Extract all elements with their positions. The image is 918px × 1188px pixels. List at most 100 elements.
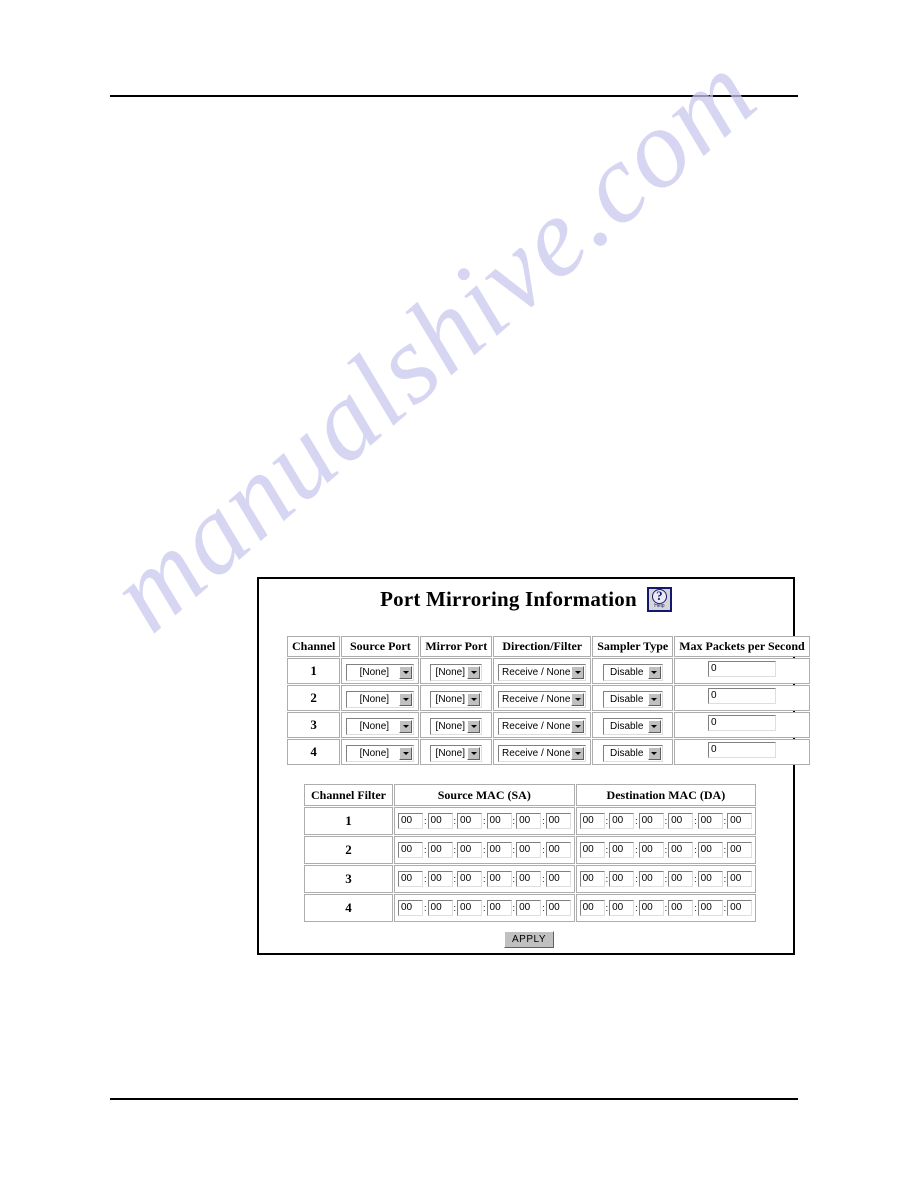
source-mac-octet-1[interactable]: 00 xyxy=(398,871,423,887)
destination-mac-octet-2[interactable]: 00 xyxy=(609,871,635,887)
source-mac-octet-4[interactable]: 00 xyxy=(486,813,512,829)
chevron-down-icon[interactable] xyxy=(647,746,661,760)
footer-rule xyxy=(110,1098,798,1100)
source-port-select[interactable]: [None] xyxy=(346,717,415,735)
source-port-select[interactable]: [None] xyxy=(346,663,415,681)
mirror-port-select[interactable]: [None] xyxy=(430,744,483,762)
chevron-down-icon[interactable] xyxy=(647,719,661,733)
max-packets-input[interactable]: 0 xyxy=(707,741,776,758)
max-packets-input[interactable]: 0 xyxy=(707,687,776,704)
destination-mac-octet-1[interactable]: 00 xyxy=(579,900,605,916)
chevron-down-icon[interactable] xyxy=(647,692,661,706)
chevron-down-icon[interactable] xyxy=(467,719,481,733)
mirror-port-cell: [None] xyxy=(420,739,493,765)
chevron-down-icon[interactable] xyxy=(399,692,413,706)
destination-mac-octet-3[interactable]: 00 xyxy=(638,842,664,858)
destination-mac-octet-2[interactable]: 00 xyxy=(609,842,635,858)
direction-filter-select[interactable]: Receive / None xyxy=(498,717,587,735)
direction-filter-value: Receive / None xyxy=(502,666,571,678)
channel-filter-mac-table: Channel Filter Source MAC (SA) Destinati… xyxy=(303,783,757,923)
destination-mac-octet-5[interactable]: 00 xyxy=(697,813,723,829)
destination-mac-octet-3[interactable]: 00 xyxy=(638,813,664,829)
mirror-port-select[interactable]: [None] xyxy=(430,690,483,708)
chevron-down-icon[interactable] xyxy=(647,665,661,679)
chevron-down-icon[interactable] xyxy=(399,719,413,733)
table-row: 3 00 : 00 : 00 : 00 : 00 : 00 00: 00: … xyxy=(304,865,757,893)
sampler-type-cell: Disable xyxy=(592,739,674,765)
source-mac-octet-5[interactable]: 00 xyxy=(516,842,542,858)
chevron-down-icon[interactable] xyxy=(467,746,481,760)
source-mac-octet-2[interactable]: 00 xyxy=(427,871,453,887)
source-mac-octet-5[interactable]: 00 xyxy=(516,813,542,829)
destination-mac-octet-6[interactable]: 00 xyxy=(727,842,753,858)
mirror-port-select[interactable]: [None] xyxy=(430,663,483,681)
destination-mac-octet-2[interactable]: 00 xyxy=(609,900,635,916)
destination-mac-octet-4[interactable]: 00 xyxy=(668,842,694,858)
source-mac-octet-6[interactable]: 00 xyxy=(545,871,571,887)
chevron-down-icon[interactable] xyxy=(467,665,481,679)
sampler-type-value: Disable xyxy=(610,747,644,759)
source-mac-octet-6[interactable]: 00 xyxy=(545,900,571,916)
source-mac-octet-1[interactable]: 00 xyxy=(398,900,423,916)
chevron-down-icon[interactable] xyxy=(571,719,585,733)
source-mac-octet-5[interactable]: 00 xyxy=(516,900,542,916)
header-rule xyxy=(110,95,798,97)
destination-mac-octet-3[interactable]: 00 xyxy=(638,871,664,887)
source-mac-octet-2[interactable]: 00 xyxy=(427,842,453,858)
max-packets-input[interactable]: 0 xyxy=(707,714,776,731)
mirror-port-cell: [None] xyxy=(420,712,493,738)
source-mac-octet-3[interactable]: 00 xyxy=(457,842,483,858)
direction-filter-select[interactable]: Receive / None xyxy=(498,663,587,681)
chevron-down-icon[interactable] xyxy=(571,746,585,760)
source-port-select[interactable]: [None] xyxy=(346,744,415,762)
chevron-down-icon[interactable] xyxy=(571,665,585,679)
chevron-down-icon[interactable] xyxy=(399,665,413,679)
source-mac-octet-1[interactable]: 00 xyxy=(398,813,423,829)
source-mac-octet-6[interactable]: 00 xyxy=(545,842,571,858)
source-mac-octet-4[interactable]: 00 xyxy=(486,842,512,858)
destination-mac-octet-1[interactable]: 00 xyxy=(579,842,605,858)
mirror-port-select[interactable]: [None] xyxy=(430,717,483,735)
sampler-type-select[interactable]: Disable xyxy=(602,690,663,708)
source-mac-octet-3[interactable]: 00 xyxy=(457,871,483,887)
source-port-cell: [None] xyxy=(341,739,420,765)
direction-filter-select[interactable]: Receive / None xyxy=(498,744,587,762)
destination-mac-octet-4[interactable]: 00 xyxy=(668,900,694,916)
destination-mac-octet-4[interactable]: 00 xyxy=(668,813,694,829)
source-mac-octet-4[interactable]: 00 xyxy=(486,871,512,887)
column-header-source-port: Source Port xyxy=(341,636,420,657)
direction-filter-select[interactable]: Receive / None xyxy=(498,690,587,708)
chevron-down-icon[interactable] xyxy=(399,746,413,760)
sampler-type-select[interactable]: Disable xyxy=(602,663,663,681)
destination-mac-octet-4[interactable]: 00 xyxy=(668,871,694,887)
source-mac-octet-4[interactable]: 00 xyxy=(486,900,512,916)
sampler-type-select[interactable]: Disable xyxy=(602,744,663,762)
destination-mac-octet-6[interactable]: 00 xyxy=(727,900,753,916)
destination-mac-octet-5[interactable]: 00 xyxy=(697,900,723,916)
source-port-value: [None] xyxy=(359,666,390,678)
help-icon[interactable]: ? Help xyxy=(646,587,672,612)
max-packets-input[interactable]: 0 xyxy=(707,660,776,677)
destination-mac-octet-3[interactable]: 00 xyxy=(638,900,664,916)
destination-mac-octet-6[interactable]: 00 xyxy=(727,871,753,887)
source-port-select[interactable]: [None] xyxy=(346,690,415,708)
source-mac-octet-2[interactable]: 00 xyxy=(427,813,453,829)
source-mac-octet-2[interactable]: 00 xyxy=(427,900,453,916)
source-mac-octet-6[interactable]: 00 xyxy=(545,813,571,829)
chevron-down-icon[interactable] xyxy=(467,692,481,706)
source-mac-octet-5[interactable]: 00 xyxy=(516,871,542,887)
source-mac-octet-3[interactable]: 00 xyxy=(457,900,483,916)
destination-mac-octet-5[interactable]: 00 xyxy=(697,842,723,858)
source-mac-octet-3[interactable]: 00 xyxy=(457,813,483,829)
destination-mac-octet-1[interactable]: 00 xyxy=(579,813,605,829)
destination-mac-octet-5[interactable]: 00 xyxy=(697,871,723,887)
destination-mac-octet-1[interactable]: 00 xyxy=(579,871,605,887)
apply-button[interactable]: APPLY xyxy=(504,931,554,948)
source-port-value: [None] xyxy=(359,747,390,759)
channel-number: 4 xyxy=(287,739,341,765)
chevron-down-icon[interactable] xyxy=(571,692,585,706)
destination-mac-octet-6[interactable]: 00 xyxy=(727,813,753,829)
source-mac-octet-1[interactable]: 00 xyxy=(398,842,423,858)
destination-mac-octet-2[interactable]: 00 xyxy=(609,813,635,829)
sampler-type-select[interactable]: Disable xyxy=(602,717,663,735)
